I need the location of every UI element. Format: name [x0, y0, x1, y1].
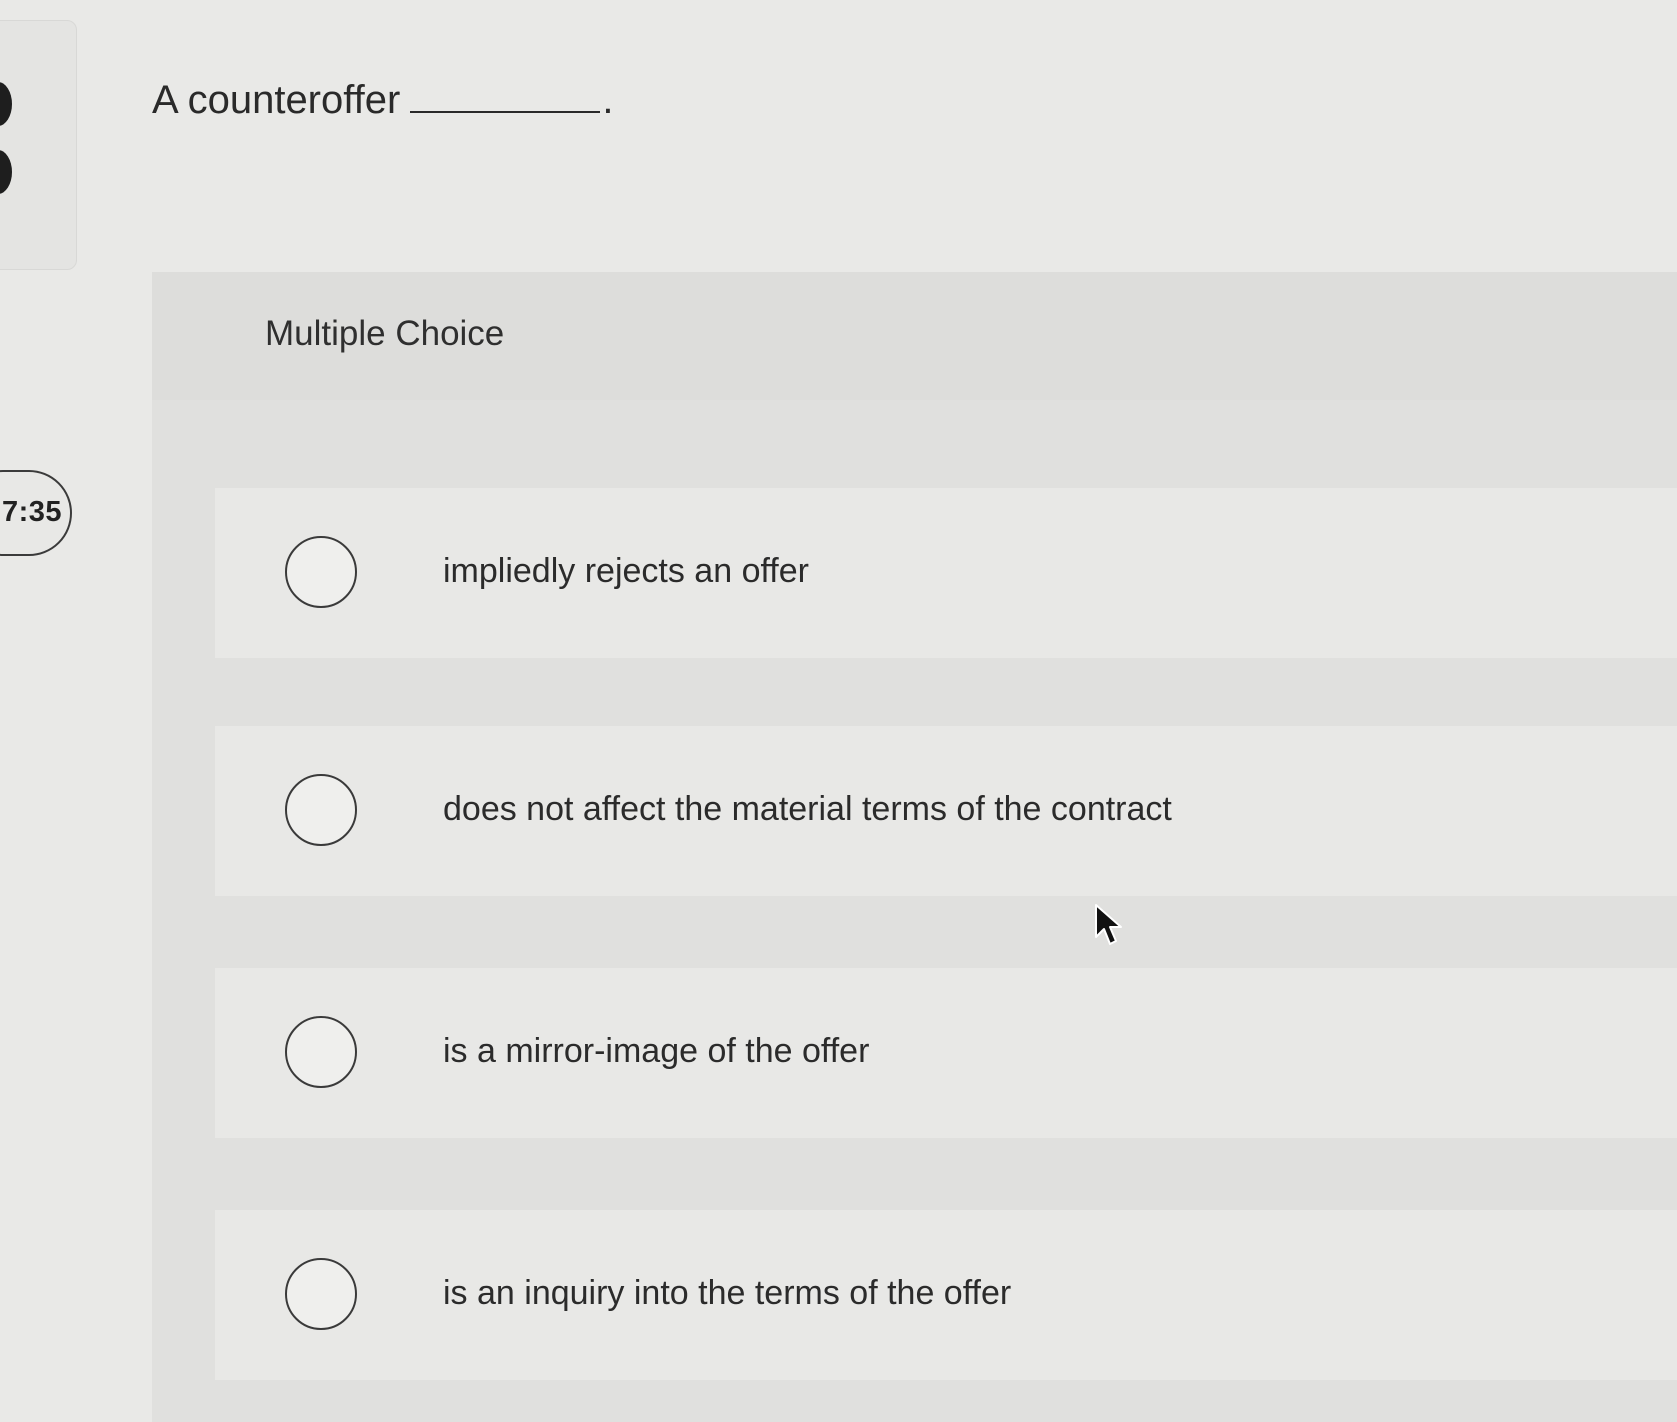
answer-option[interactable]: is an inquiry into the terms of the offe…: [215, 1210, 1677, 1380]
question-text: A counteroffer: [152, 78, 401, 122]
answer-option[interactable]: impliedly rejects an offer: [215, 488, 1677, 658]
multiple-choice-header: Multiple Choice: [152, 272, 1677, 400]
answer-option[interactable]: is a mirror-image of the offer: [215, 968, 1677, 1138]
radio-button-icon[interactable]: [285, 1258, 357, 1330]
radio-button-icon[interactable]: [285, 536, 357, 608]
radio-button-icon[interactable]: [285, 774, 357, 846]
question-period: .: [602, 78, 614, 122]
answer-option[interactable]: does not affect the material terms of th…: [215, 726, 1677, 896]
answer-option-label: is an inquiry into the terms of the offe…: [443, 1274, 1012, 1312]
answer-blank: [410, 81, 601, 113]
timer-label: 7:35: [2, 496, 63, 528]
answer-option-label: does not affect the material terms of th…: [443, 790, 1172, 828]
side-panel-card: [0, 20, 77, 270]
timer-badge: 7:35: [0, 470, 72, 556]
radio-button-icon[interactable]: [285, 1016, 357, 1088]
answer-option-label: impliedly rejects an offer: [443, 552, 809, 590]
multiple-choice-title: Multiple Choice: [265, 314, 505, 353]
mouse-pointer-icon: [1095, 904, 1122, 945]
answer-option-label: is a mirror-image of the offer: [443, 1032, 870, 1070]
question-prompt: A counteroffer.: [152, 78, 613, 123]
